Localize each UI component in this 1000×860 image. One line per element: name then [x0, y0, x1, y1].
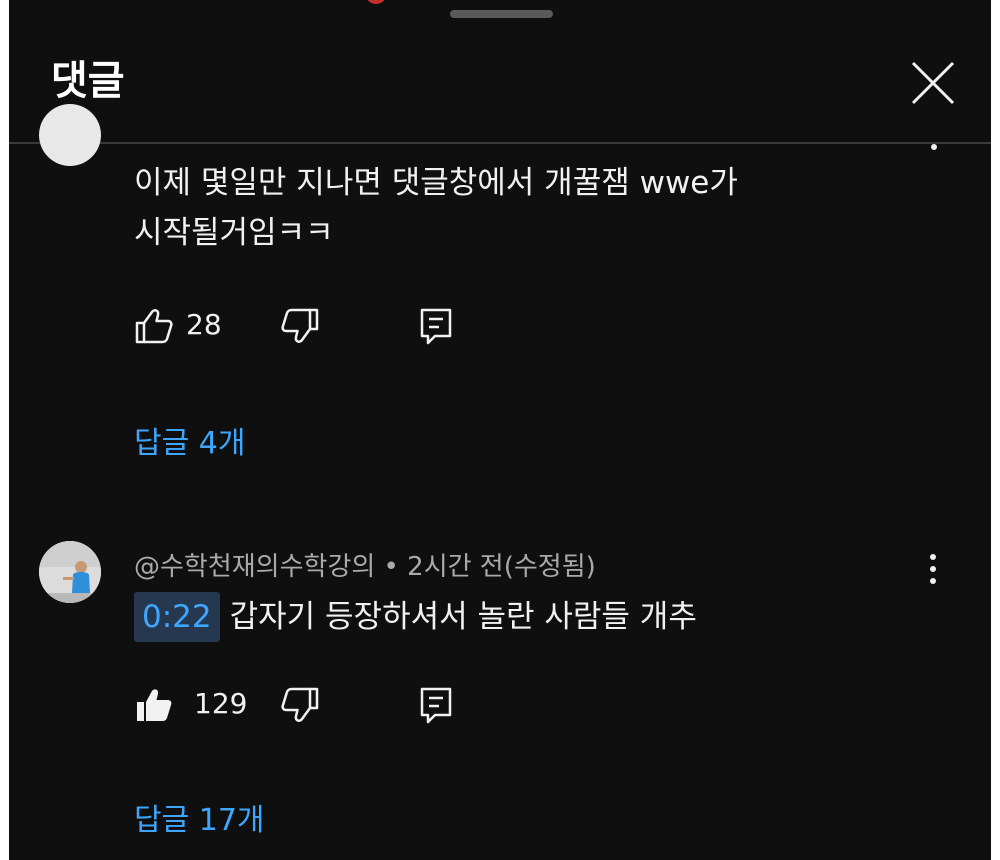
more-vert-icon [931, 144, 937, 150]
close-button[interactable] [908, 60, 958, 106]
thumbs-down-icon [281, 687, 319, 722]
view-replies-button[interactable]: 답글 17개 [134, 795, 265, 839]
thumbs-up-icon [135, 309, 173, 344]
like-count: 28 [186, 308, 222, 341]
view-replies-button[interactable]: 답글 4개 [134, 418, 245, 462]
close-icon [911, 61, 955, 105]
comments-panel: 댓글 이제 몇일만 지나면 댓글창에서 개꿀잼 wwe가 시작될거임ㅋㅋ 28 [9, 0, 991, 860]
drag-handle[interactable] [450, 10, 553, 18]
comment-meta: @수학천재의수학강의 • 2시간 전(수정됨) [134, 546, 596, 583]
comment-actions: 28 [134, 306, 454, 346]
notification-dot [365, 0, 387, 4]
meta-separator: • [383, 552, 399, 582]
comment-text-line: 이제 몇일만 지나면 댓글창에서 개꿀잼 wwe가 [134, 165, 738, 201]
reply-icon [420, 687, 452, 724]
like-count: 129 [194, 687, 248, 720]
comment-text: 이제 몇일만 지나면 댓글창에서 개꿀잼 wwe가 시작될거임ㅋㅋ [134, 158, 738, 258]
reply-button[interactable] [418, 306, 454, 346]
comment-text: 0:22 갑자기 등장하셔서 놀란 사람들 개추 [134, 592, 697, 642]
panel-title: 댓글 [51, 58, 125, 104]
header-divider [9, 142, 991, 144]
more-vert-icon [930, 554, 936, 560]
avatar[interactable] [39, 104, 101, 166]
dislike-button[interactable] [280, 306, 320, 346]
thumbs-up-icon [137, 689, 172, 721]
avatar-image [39, 541, 101, 603]
dislike-button[interactable] [280, 685, 320, 725]
like-button[interactable] [134, 685, 174, 725]
more-options-button[interactable] [925, 552, 941, 586]
more-options-button[interactable] [927, 144, 941, 156]
comment-body: 갑자기 등장하셔서 놀란 사람들 개추 [229, 599, 697, 635]
reply-icon [420, 308, 452, 345]
like-button[interactable] [134, 306, 174, 346]
avatar[interactable] [39, 541, 101, 603]
comment-time: 2시간 전(수정됨) [407, 552, 596, 582]
author-name[interactable]: @수학천재의수학강의 [134, 552, 375, 582]
reply-button[interactable] [418, 685, 454, 725]
thumbs-down-icon [281, 308, 319, 343]
comment-text-line: 시작될거임ㅋㅋ [134, 215, 334, 251]
comment-actions: 129 [134, 685, 454, 725]
timestamp-link[interactable]: 0:22 [134, 592, 220, 642]
